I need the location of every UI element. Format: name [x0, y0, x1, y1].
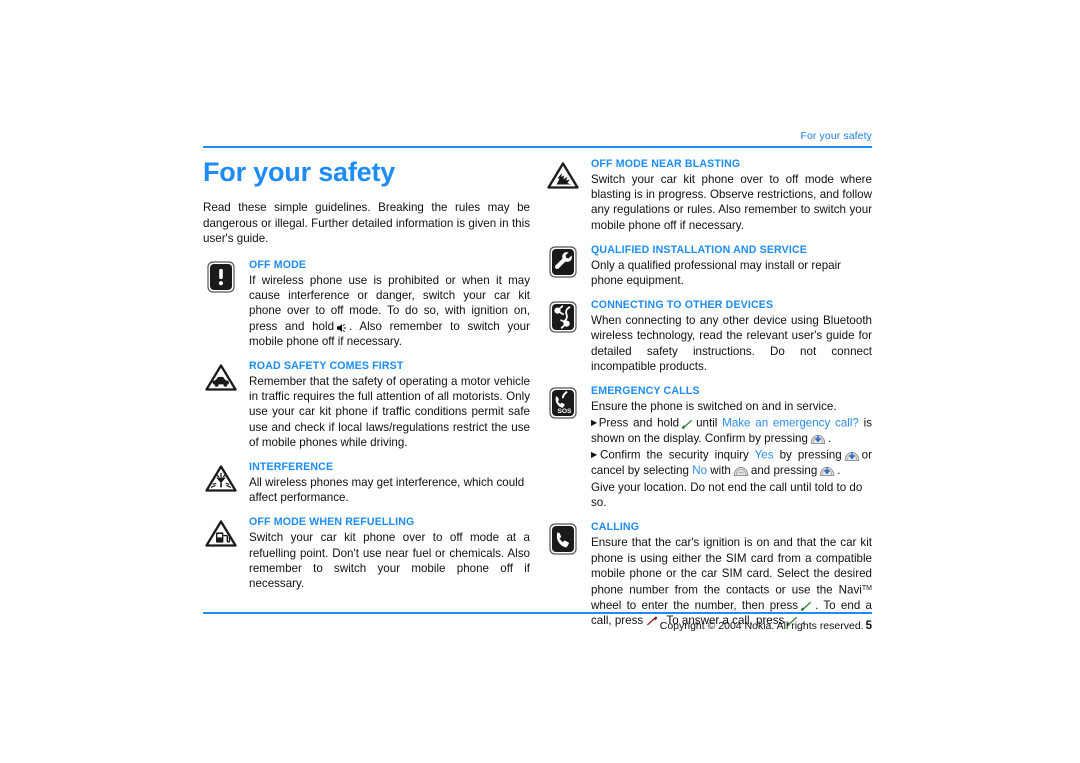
- section-title: OFF MODE: [249, 258, 307, 271]
- section-title: CONNECTING TO OTHER DEVICES: [591, 299, 774, 312]
- section-title: CALLING: [591, 521, 640, 534]
- intro-paragraph: Read these simple guidelines. Breaking t…: [203, 201, 530, 245]
- section-emergency-calls: SOS EMERGENCY CALLS Ensure the phone is …: [545, 385, 872, 510]
- section-off-mode-refuelling: OFF MODE WHEN REFUELLING Switch your car…: [203, 516, 530, 591]
- step-part2: by pressing: [779, 448, 842, 462]
- trademark-mark: TM: [861, 585, 872, 593]
- call-key-icon: [800, 601, 813, 612]
- fuel-pump-warning-triangle-icon: [205, 517, 239, 551]
- interference-warning-triangle-icon: [205, 462, 239, 496]
- footer-rule: [203, 612, 872, 614]
- footer: Copyright © 2004 Nokia. All rights reser…: [200, 620, 872, 632]
- section-title: ROAD SAFETY COMES FIRST: [249, 359, 404, 372]
- calling-part2: wheel to enter the number, then press: [591, 598, 799, 612]
- step-marker: ▶: [591, 418, 599, 428]
- emergency-step-2: ▶Confirm the security inquiry Yes by pre…: [591, 447, 872, 478]
- page-title: For your safety: [203, 157, 396, 187]
- emergency-closing: Give your location. Do not end the call …: [591, 481, 863, 510]
- step-part4: with: [710, 463, 731, 477]
- step-part5: and pressing: [750, 463, 818, 477]
- section-connecting-other-devices: CONNECTING TO OTHER DEVICES When connect…: [545, 299, 872, 374]
- section-title: OFF MODE NEAR BLASTING: [591, 158, 741, 170]
- section-body: Switch your car kit phone over to off mo…: [591, 173, 872, 232]
- step-part1: Press and hold: [598, 416, 680, 430]
- call-key-icon: [681, 419, 694, 430]
- navi-wheel-press-icon: [844, 450, 860, 462]
- section-body: Only a qualified professional may instal…: [591, 258, 842, 288]
- svg-text:SOS: SOS: [558, 408, 573, 415]
- section-body: All wireless phones may get interference…: [249, 475, 525, 505]
- section-road-safety: ROAD SAFETY COMES FIRST Remember that th…: [203, 360, 530, 450]
- step-link: Make an emergency call?: [722, 416, 859, 430]
- footer-copyright: Copyright © 2004 Nokia. All rights reser…: [659, 620, 864, 632]
- section-title: OFF MODE WHEN REFUELLING: [249, 516, 415, 529]
- navi-wheel-scroll-icon: [733, 465, 749, 477]
- page-number: 5: [865, 620, 872, 632]
- speaker-mute-icon: [336, 323, 347, 333]
- bluetooth-connect-square-icon: [547, 300, 581, 334]
- running-header: For your safety: [800, 130, 872, 142]
- section-body: Remember that the safety of operating a …: [249, 374, 530, 449]
- document-page: For your safety For your safety Read the…: [0, 0, 1080, 763]
- section-title: QUALIFIED INSTALLATION AND SERVICE: [591, 243, 807, 256]
- exclamation-square-icon: [205, 260, 239, 294]
- step-link-yes: Yes: [754, 448, 774, 462]
- car-warning-triangle-icon: [205, 361, 239, 395]
- calling-part1: Ensure that the car's ignition is on and…: [591, 536, 872, 597]
- emergency-sos-phone-square-icon: SOS: [547, 386, 581, 420]
- step-part2: until: [696, 416, 718, 430]
- section-body: Switch your car kit phone over to off mo…: [249, 531, 530, 590]
- navi-wheel-press-icon: [819, 465, 835, 477]
- step-part1: Confirm the security inquiry: [599, 448, 749, 462]
- step-part4: .: [827, 431, 832, 445]
- section-qualified-installation: QUALIFIED INSTALLATION AND SERVICE Only …: [545, 244, 872, 288]
- section-title: INTERFERENCE: [249, 460, 334, 473]
- section-title: EMERGENCY CALLS: [591, 385, 700, 398]
- section-off-mode-near-blasting: OFF MODE NEAR BLASTING Switch your car k…: [545, 158, 872, 233]
- step-link-no: No: [692, 463, 708, 477]
- wrench-square-icon: [547, 245, 581, 279]
- section-body: If wireless phone use is prohibited or w…: [249, 273, 530, 349]
- navi-wheel-press-icon: [810, 433, 826, 445]
- step-part6: .: [837, 463, 841, 477]
- step-marker: ▶: [591, 450, 600, 460]
- blasting-warning-triangle-icon: [547, 159, 581, 193]
- section-body: Ensure the phone is switched on and in s…: [591, 400, 837, 414]
- emergency-step-1: ▶Press and hold until Make an emergency c…: [591, 415, 872, 446]
- section-body: Ensure that the car's ignition is on and…: [591, 535, 872, 628]
- right-column: OFF MODE NEAR BLASTING Switch your car k…: [545, 158, 872, 639]
- left-column: For your safety Read these simple guidel…: [203, 158, 530, 602]
- phone-square-icon: [547, 522, 581, 556]
- header-rule: [203, 146, 872, 148]
- section-interference: INTERFERENCE All wireless phones may get…: [203, 461, 530, 505]
- section-body: When connecting to any other device usin…: [591, 314, 872, 373]
- section-off-mode: OFF MODE If wireless phone use is prohib…: [203, 259, 530, 349]
